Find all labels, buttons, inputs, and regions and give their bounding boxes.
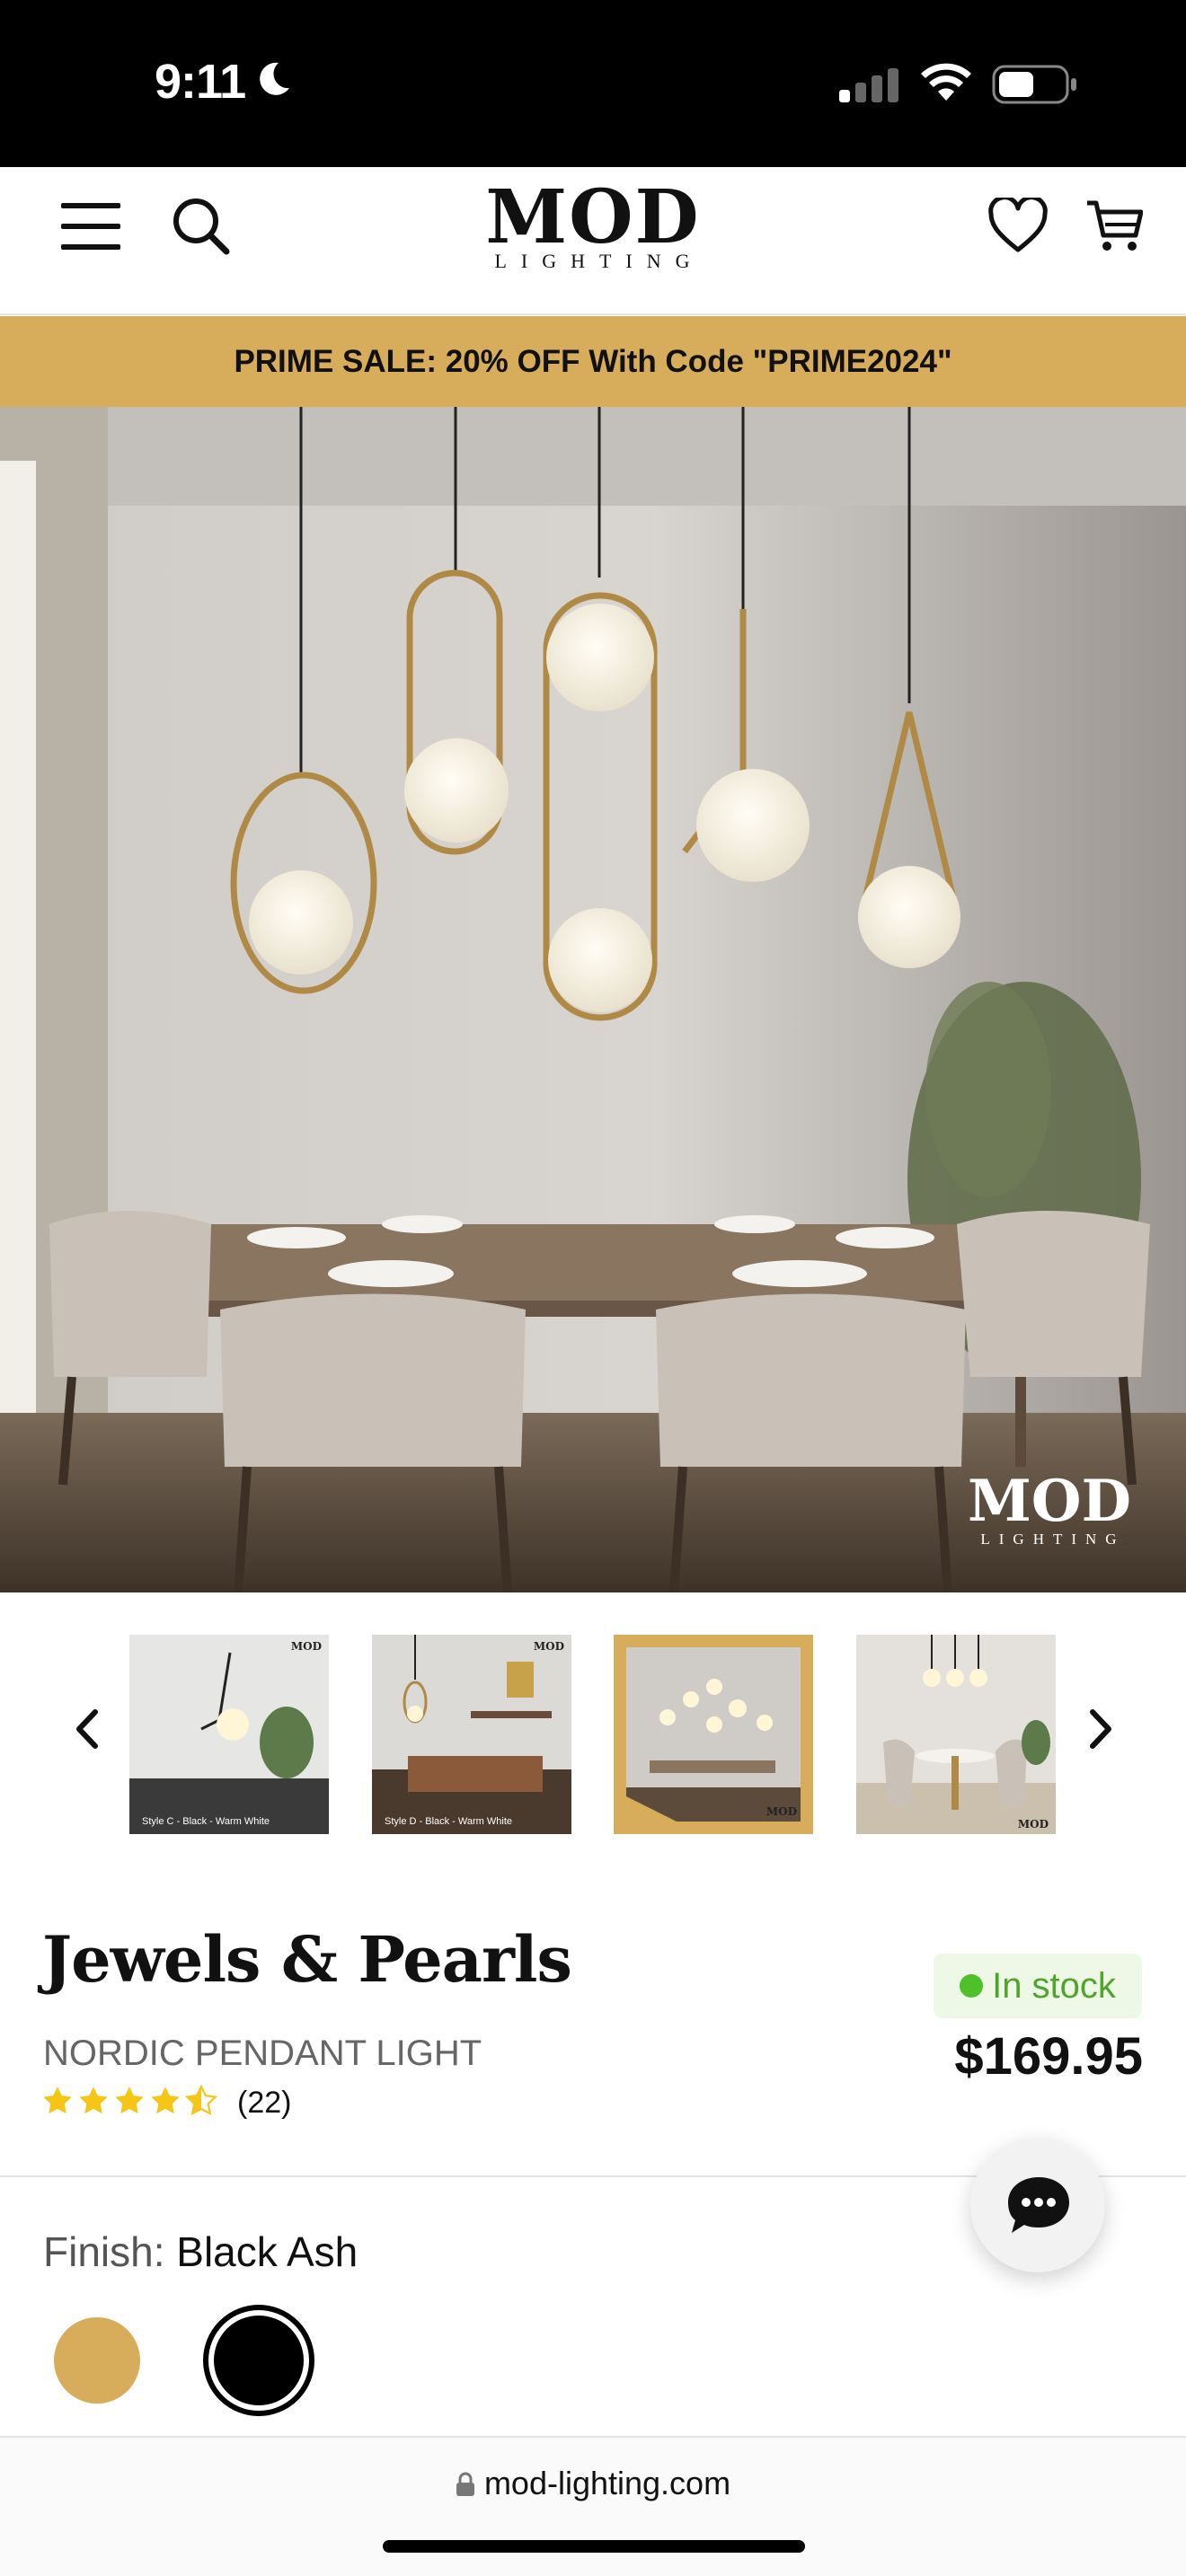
signal-icon	[839, 68, 898, 102]
url-row[interactable]: mod-lighting.com	[0, 2465, 1186, 2502]
thumbnail-logo: MOD	[533, 1640, 564, 1653]
stock-text: In stock	[992, 1965, 1116, 2006]
wifi-icon	[921, 63, 971, 101]
chevron-left-icon[interactable]	[66, 1707, 111, 1751]
thumbnail-3-selected[interactable]: MOD	[614, 1635, 813, 1834]
url-text: mod-lighting.com	[483, 2465, 731, 2501]
thumbnail-4[interactable]: MOD	[856, 1635, 1056, 1834]
product-price: $169.95	[954, 2027, 1143, 2086]
status-bar: 9:11	[0, 0, 1186, 167]
thumbnail-logo: MOD	[1017, 1818, 1049, 1831]
review-count[interactable]: (22)	[237, 2086, 291, 2121]
home-indicator	[383, 2540, 805, 2553]
hero-product-image[interactable]: MOD LIGHTING	[0, 407, 1186, 1592]
star-icon	[79, 2086, 108, 2114]
thumbnail-logo: MOD	[290, 1640, 322, 1653]
promo-text: PRIME SALE: 20% OFF With Code "PRIME2024…	[234, 343, 952, 379]
hero-watermark-sub: LIGHTING	[980, 1531, 1126, 1548]
site-logo[interactable]: MOD LIGHTING	[467, 180, 719, 273]
star-icon	[151, 2086, 180, 2114]
rating-stars[interactable]	[41, 2085, 217, 2117]
hero-watermark-main: MOD	[967, 1468, 1132, 1535]
finish-value: Black Ash	[176, 2228, 358, 2275]
status-time: 9:11	[155, 55, 246, 109]
finish-swatch-black-ash[interactable]	[203, 2305, 314, 2416]
star-half-icon	[185, 2085, 217, 2116]
star-icon	[43, 2086, 72, 2114]
hero-illustration	[0, 407, 1186, 1592]
logo-sub-text: LIGHTING	[494, 250, 704, 272]
heart-icon[interactable]	[988, 198, 1048, 253]
stock-dot-icon	[960, 1974, 984, 1998]
finish-swatch-gold[interactable]	[54, 2317, 140, 2404]
chevron-right-icon[interactable]	[1076, 1707, 1121, 1751]
thumbnail-caption: Style D - Black - Warm White	[385, 1816, 512, 1827]
promo-banner[interactable]: PRIME SALE: 20% OFF With Code "PRIME2024…	[0, 316, 1186, 407]
chat-button[interactable]	[970, 2138, 1105, 2272]
moon-icon	[260, 62, 289, 95]
hero-watermark: MOD LIGHTING	[960, 1473, 1139, 1548]
lock-icon	[456, 2472, 474, 2496]
thumbnail-2[interactable]: MOD Style D - Black - Warm White	[372, 1635, 571, 1834]
menu-icon[interactable]	[61, 201, 120, 251]
site-header: MOD LIGHTING	[0, 167, 1186, 315]
logo-main-text: MOD	[485, 174, 701, 260]
battery-icon	[992, 65, 1076, 104]
thumbnail-logo: MOD	[766, 1805, 797, 1818]
product-subtitle: NORDIC PENDANT LIGHT	[43, 2033, 482, 2073]
thumbnail-1[interactable]: MOD Style C - Black - Warm White	[129, 1635, 329, 1834]
star-icon	[115, 2086, 144, 2114]
chat-icon	[1008, 2177, 1069, 2233]
cart-icon[interactable]	[1085, 198, 1143, 255]
stock-badge: In stock	[934, 1954, 1142, 2018]
product-title: Jewels & Pearls	[42, 1922, 572, 1997]
finish-label-row: Finish: Black Ash	[43, 2228, 358, 2276]
search-icon[interactable]	[171, 196, 232, 257]
thumbnail-carousel: MOD Style C - Black - Warm White MOD Sty…	[0, 1626, 1186, 1850]
finish-label: Finish:	[43, 2228, 165, 2275]
browser-url-bar[interactable]: mod-lighting.com	[0, 2436, 1186, 2576]
thumbnail-caption: Style C - Black - Warm White	[142, 1816, 270, 1827]
